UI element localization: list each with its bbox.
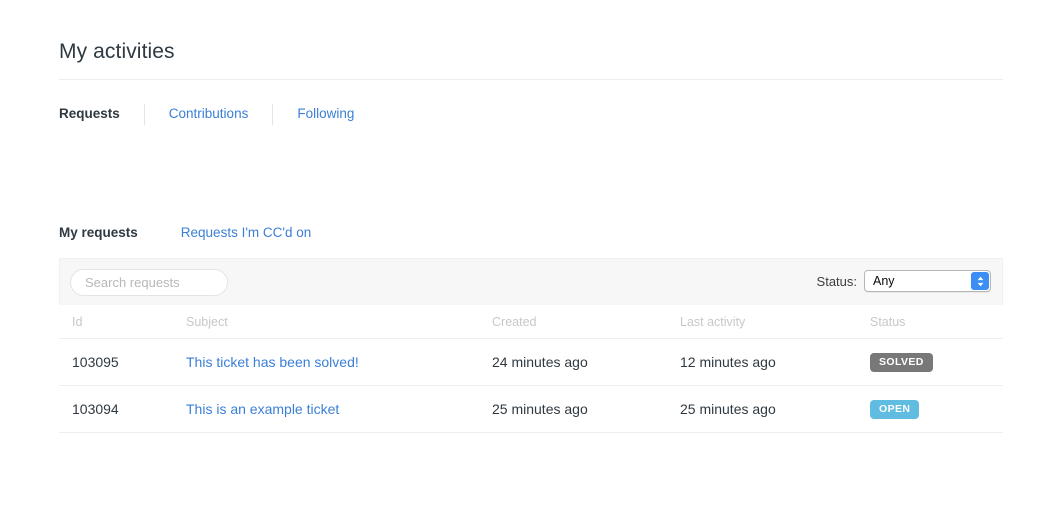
- tab-following[interactable]: Following: [297, 103, 354, 125]
- requests-table-body: 103095 This ticket has been solved! 24 m…: [59, 338, 1003, 433]
- column-header-subject: Subject: [186, 305, 492, 339]
- column-header-status: Status: [870, 305, 1003, 339]
- page-title: My activities: [59, 40, 175, 64]
- search-input[interactable]: [70, 269, 228, 296]
- subnav-item-ccd-requests[interactable]: Requests I'm CC'd on: [181, 225, 311, 240]
- requests-panel: Status: Any Id Subject Created: [59, 258, 1003, 433]
- cell-id: 103095: [59, 338, 186, 386]
- column-header-last-activity: Last activity: [680, 305, 870, 339]
- tab-divider-2: [272, 103, 274, 125]
- chevron-up-down-icon[interactable]: [971, 272, 989, 290]
- table-row: 103095 This ticket has been solved! 24 m…: [59, 338, 1003, 386]
- requests-subnav: My requests Requests I'm CC'd on: [59, 225, 311, 240]
- title-divider: [59, 79, 1003, 80]
- cell-created: 24 minutes ago: [492, 338, 680, 386]
- cell-status: OPEN: [870, 385, 1003, 433]
- status-badge: SOLVED: [870, 353, 933, 372]
- status-filter-label: Status:: [816, 273, 857, 289]
- my-activities-page: My activities Requests Contributions Fol…: [0, 0, 1038, 518]
- request-subject-link[interactable]: This is an example ticket: [186, 401, 339, 417]
- request-subject-link[interactable]: This ticket has been solved!: [186, 354, 359, 370]
- cell-created: 25 minutes ago: [492, 385, 680, 433]
- requests-table-head: Id Subject Created Last activity Status: [59, 305, 1003, 339]
- tab-contributions[interactable]: Contributions: [169, 103, 249, 125]
- status-select-value: Any: [873, 274, 895, 288]
- cell-status: SOLVED: [870, 338, 1003, 386]
- table-header-row: Id Subject Created Last activity Status: [59, 305, 1003, 339]
- column-header-id: Id: [59, 305, 186, 339]
- status-select[interactable]: Any: [864, 270, 991, 292]
- cell-id: 103094: [59, 385, 186, 433]
- status-filter: Status: Any: [817, 270, 991, 292]
- tab-divider-1: [143, 103, 145, 125]
- subnav-item-my-requests[interactable]: My requests: [59, 225, 138, 240]
- table-row: 103094 This is an example ticket 25 minu…: [59, 385, 1003, 433]
- requests-toolbar: Status: Any: [59, 258, 1003, 305]
- cell-subject: This is an example ticket: [186, 385, 492, 433]
- requests-table: Id Subject Created Last activity Status …: [59, 305, 1003, 433]
- tab-requests[interactable]: Requests: [59, 103, 120, 125]
- status-badge: OPEN: [870, 400, 920, 419]
- cell-subject: This ticket has been solved!: [186, 338, 492, 386]
- cell-last-activity: 25 minutes ago: [680, 385, 870, 433]
- column-header-created: Created: [492, 305, 680, 339]
- cell-last-activity: 12 minutes ago: [680, 338, 870, 386]
- activity-tabs: Requests Contributions Following: [59, 103, 354, 125]
